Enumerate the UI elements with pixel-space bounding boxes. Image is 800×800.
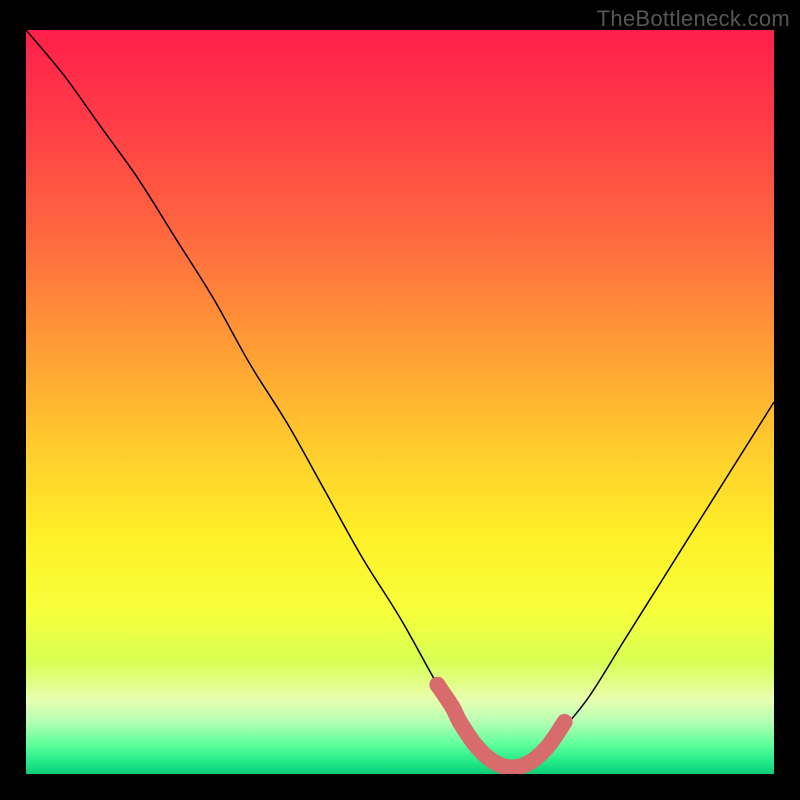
optimal-range-dot xyxy=(429,677,445,693)
gradient-background xyxy=(26,30,774,774)
plot-area xyxy=(26,30,774,774)
watermark-text: TheBottleneck.com xyxy=(597,6,790,32)
optimal-range-dot xyxy=(452,714,468,730)
plot-svg xyxy=(26,30,774,774)
chart-frame: TheBottleneck.com xyxy=(0,0,800,800)
optimal-range-dot xyxy=(444,699,460,715)
